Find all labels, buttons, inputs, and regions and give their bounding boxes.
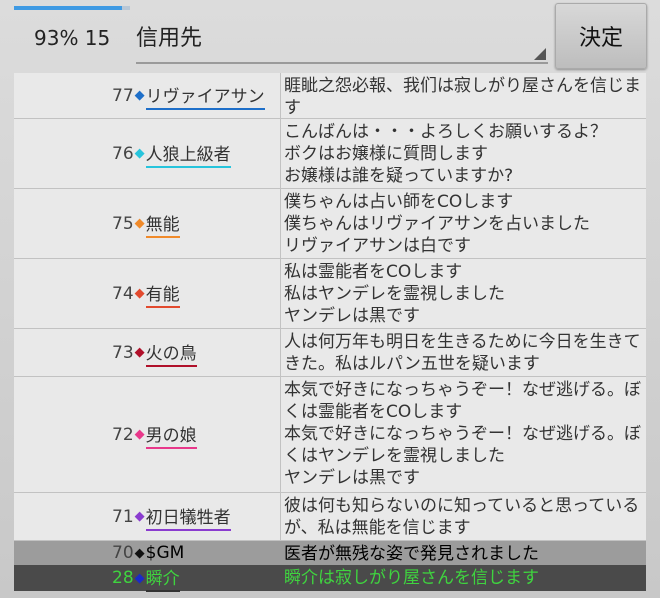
speaker-cell: 76 ◆ 人狼上級者 bbox=[14, 119, 281, 188]
speaker-name[interactable]: $GM bbox=[146, 543, 185, 564]
speaker-number: 72 bbox=[112, 424, 134, 445]
diamond-icon: ◆ bbox=[134, 146, 145, 161]
message-text: 私は霊能者をCOします 私はヤンデレを霊視しました ヤンデレは黒です bbox=[284, 262, 505, 326]
speaker-cell: 72 ◆ 男の娘 bbox=[14, 377, 281, 492]
speaker-name[interactable]: リヴァイアサン bbox=[145, 82, 265, 110]
speaker-cell: 75 ◆ 無能 bbox=[14, 189, 281, 258]
message-text: こんばんは・・・よろしくお願いするよ？ ボクはお嬢様に質問します お嬢様は誰を疑… bbox=[284, 122, 607, 186]
message-text: 医者が無残な姿で発見されました bbox=[284, 544, 539, 564]
speaker-number: 75 bbox=[112, 213, 134, 234]
speaker[interactable]: 75 ◆ 無能 bbox=[112, 210, 280, 238]
dropdown-arrow-icon bbox=[534, 48, 546, 60]
speaker-cell: 74 ◆ 有能 bbox=[14, 259, 281, 328]
speaker[interactable]: 71 ◆ 初日犠牲者 bbox=[112, 503, 280, 531]
diamond-icon: ◆ bbox=[134, 216, 145, 231]
diamond-icon: ◆ bbox=[134, 570, 145, 586]
speaker-name[interactable]: 男の娘 bbox=[145, 421, 197, 449]
message-text: 本気で好きになっちゃうぞー！なぜ逃げる。ぼくは霊能者をCOします 本気で好きにな… bbox=[284, 380, 641, 488]
speaker-name[interactable]: 人狼上級者 bbox=[145, 140, 231, 168]
log-row: 75 ◆ 無能 僕ちゃんは占い師をCOします 僕ちゃんはリヴァイアサンを占いました リ… bbox=[14, 189, 646, 259]
message-text: 睚眦之怨必報、我们は寂しがり屋さんを信じます bbox=[284, 76, 641, 118]
speaker[interactable]: 28 ◆ 瞬介 bbox=[112, 564, 280, 592]
speaker[interactable]: 70 ◆ $GM bbox=[112, 543, 280, 564]
message-text: 僕ちゃんは占い師をCOします 僕ちゃんはリヴァイアサンを占いました リヴァイアサ… bbox=[284, 192, 590, 256]
speaker-name[interactable]: 瞬介 bbox=[145, 564, 180, 592]
speaker-cell: 77 ◆ リヴァイアサン bbox=[14, 73, 281, 118]
message-text: 人は何万年も明日を生きるために今日を生きてきた。私はルパン五世を疑います bbox=[284, 332, 641, 374]
app-window: 93% 15 信用先 決定 77 ◆ リヴァイアサン 睚眦之怨必報、我们は寂しがり屋さ… bbox=[0, 0, 660, 598]
speaker-number: 73 bbox=[112, 342, 134, 363]
speaker[interactable]: 72 ◆ 男の娘 bbox=[112, 421, 280, 449]
speaker[interactable]: 77 ◆ リヴァイアサン bbox=[112, 82, 280, 110]
speaker-number: 74 bbox=[112, 283, 134, 304]
log-row: 71 ◆ 初日犠牲者 彼は何も知らないのに知っていると思っているが、私は無能を信じます bbox=[14, 493, 646, 541]
diamond-icon: ◆ bbox=[134, 427, 145, 442]
diamond-icon: ◆ bbox=[134, 509, 145, 524]
speaker-cell: 28 ◆ 瞬介 bbox=[14, 564, 280, 592]
decide-button[interactable]: 決定 bbox=[555, 3, 647, 69]
diamond-icon: ◆ bbox=[134, 345, 145, 360]
speaker-number: 70 bbox=[112, 543, 134, 563]
target-select-value: 信用先 bbox=[136, 26, 203, 51]
speaker[interactable]: 76 ◆ 人狼上級者 bbox=[112, 140, 280, 168]
log-row: 77 ◆ リヴァイアサン 睚眦之怨必報、我们は寂しがり屋さんを信じます bbox=[14, 73, 646, 119]
speaker-number: 76 bbox=[112, 143, 134, 164]
status-text: 93% 15 bbox=[34, 26, 111, 50]
speaker[interactable]: 74 ◆ 有能 bbox=[112, 280, 280, 308]
diamond-icon: ◆ bbox=[134, 286, 145, 301]
log-row: 72 ◆ 男の娘 本気で好きになっちゃうぞー！なぜ逃げる。ぼくは霊能者をCOします 本… bbox=[14, 377, 646, 493]
message-text: 瞬介は寂しがり屋さんを信じます bbox=[284, 568, 539, 588]
speaker-cell: 73 ◆ 火の鳥 bbox=[14, 329, 281, 376]
log-row: 73 ◆ 火の鳥 人は何万年も明日を生きるために今日を生きてきた。私はルパン五世を疑い… bbox=[14, 329, 646, 377]
system-log-row: 70 ◆ $GM 医者が無残な姿で発見されました bbox=[14, 541, 646, 565]
diamond-icon: ◆ bbox=[134, 545, 145, 561]
diamond-icon: ◆ bbox=[134, 88, 145, 103]
target-select[interactable]: 信用先 bbox=[136, 10, 548, 64]
speaker-name[interactable]: 無能 bbox=[145, 210, 180, 238]
self-log-row: 28 ◆ 瞬介 瞬介は寂しがり屋さんを信じます bbox=[14, 564, 646, 592]
speaker-cell: 70 ◆ $GM bbox=[14, 541, 280, 565]
speaker-name[interactable]: 火の鳥 bbox=[145, 339, 197, 367]
speaker-number: 28 bbox=[112, 568, 134, 588]
speaker-name[interactable]: 初日犠牲者 bbox=[145, 503, 231, 531]
speaker-number: 71 bbox=[112, 506, 134, 527]
log-row: 74 ◆ 有能 私は霊能者をCOします 私はヤンデレを霊視しました ヤンデレは黒です bbox=[14, 259, 646, 329]
chat-log[interactable]: 77 ◆ リヴァイアサン 睚眦之怨必報、我们は寂しがり屋さんを信じます 76 ◆ 人狼上級者… bbox=[14, 73, 646, 592]
progress-bar bbox=[14, 6, 130, 10]
speaker-number: 77 bbox=[112, 85, 134, 106]
top-bar: 93% 15 信用先 決定 bbox=[0, 0, 660, 70]
speaker-name[interactable]: 有能 bbox=[145, 280, 180, 308]
log-row: 76 ◆ 人狼上級者 こんばんは・・・よろしくお願いするよ？ ボクはお嬢様に質問します… bbox=[14, 119, 646, 189]
speaker-cell: 71 ◆ 初日犠牲者 bbox=[14, 493, 281, 540]
message-text: 彼は何も知らないのに知っていると思っているが、私は無能を信じます bbox=[284, 496, 640, 538]
progress-fill bbox=[14, 6, 122, 10]
speaker[interactable]: 73 ◆ 火の鳥 bbox=[112, 339, 280, 367]
